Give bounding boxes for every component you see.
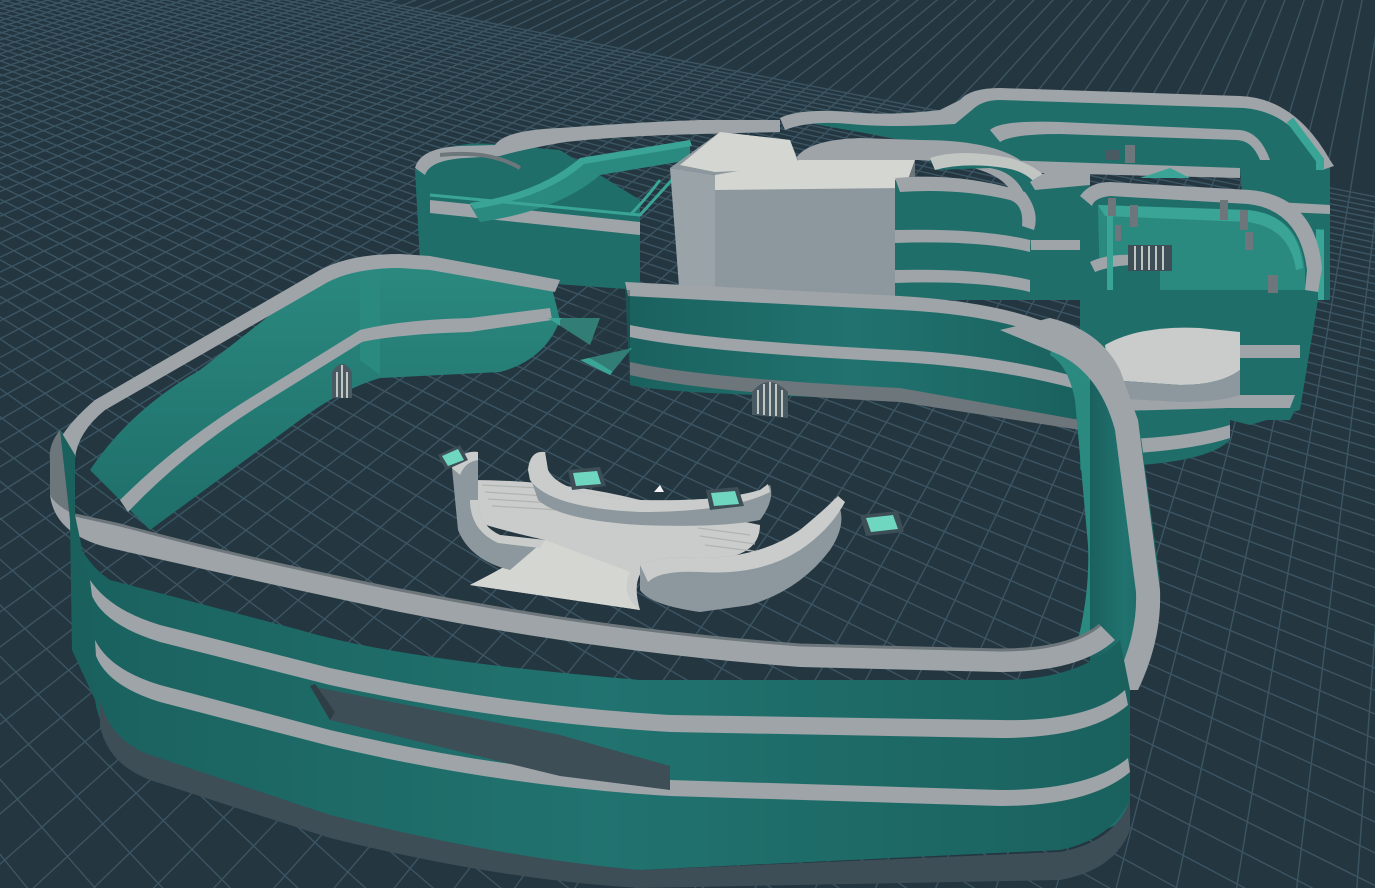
- floor-pad[interactable]: [706, 487, 744, 510]
- scene-canvas[interactable]: [0, 0, 1375, 888]
- level-viewport[interactable]: [0, 0, 1375, 888]
- annex-gate[interactable]: [1128, 245, 1172, 271]
- floor-pad[interactable]: [860, 511, 904, 536]
- floor-pad[interactable]: [568, 467, 606, 490]
- center-curved-tower[interactable]: [895, 176, 1036, 300]
- doorway-gate[interactable]: [752, 382, 788, 418]
- doorway-gate[interactable]: [332, 364, 352, 398]
- middle-hall[interactable]: [625, 282, 1085, 430]
